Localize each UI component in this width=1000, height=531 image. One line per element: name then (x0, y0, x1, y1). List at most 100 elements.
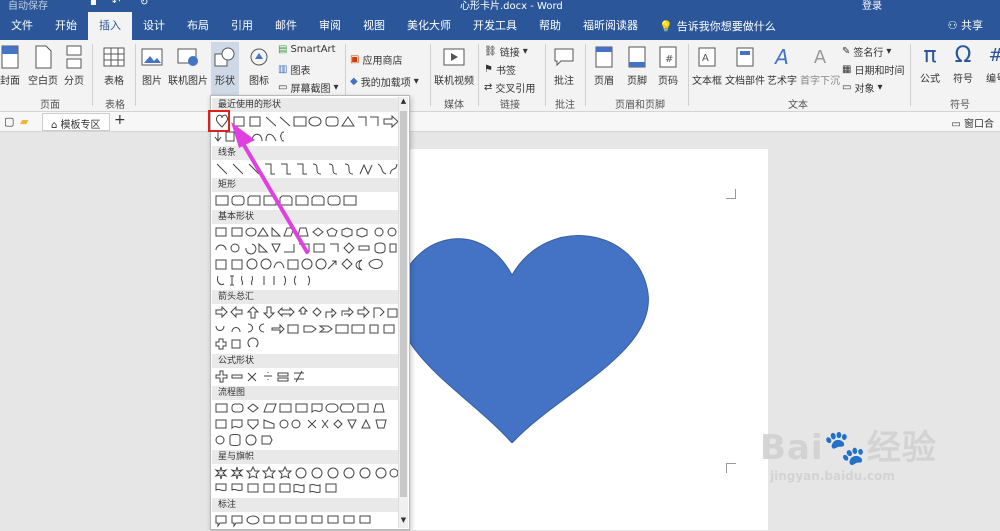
menu-bar: 文件 开始 插入 设计 布局 引用 邮件 审阅 视图 美化大师 开发工具 帮助 … (0, 12, 1000, 40)
tab-mailings[interactable]: 邮件 (264, 12, 308, 40)
addins-icon: ◆ (350, 76, 358, 87)
window-merge-button[interactable]: ▭ 窗口合 (951, 115, 994, 130)
screenshot-label: 屏幕截图 (290, 84, 331, 95)
object-button[interactable]: ▭ 对象 ▾ (842, 80, 882, 95)
separator (135, 44, 136, 106)
textbox-button[interactable]: A 文本框 (692, 44, 722, 87)
tab-design[interactable]: 设计 (132, 12, 176, 40)
group-text-label: 文本 (788, 100, 808, 111)
blank-page-label: 空白页 (28, 76, 58, 87)
tab-layout[interactable]: 布局 (176, 12, 220, 40)
symbol-button[interactable]: Ω 符号 (951, 42, 975, 86)
tab-file[interactable]: 文件 (0, 12, 44, 40)
picture-button[interactable]: 图片 (140, 44, 164, 87)
template-zone-tab[interactable]: ⌂ 模板专区 (42, 113, 110, 131)
bookmark-button[interactable]: ⚑ 书签 (484, 62, 516, 77)
right-arrow-icon[interactable] (383, 114, 399, 129)
redo-icon[interactable]: ↻ (140, 0, 148, 8)
chevron-down-icon: ▾ (877, 82, 883, 93)
crossref-icon: ⇄ (484, 82, 493, 93)
store-button[interactable]: ▣ 应用商店 (350, 52, 402, 67)
group-header-footer-label: 页眉和页脚 (615, 100, 665, 111)
smartart-button[interactable]: ▤ SmartArt (278, 44, 336, 55)
lightbulb-icon: 💡 (659, 19, 673, 33)
signin-link[interactable]: 登录 (862, 0, 882, 12)
add-tab-icon[interactable]: + (114, 112, 126, 128)
header-button[interactable]: 页眉 (592, 44, 616, 87)
my-addins-button[interactable]: ◆ 我的加载项 ▾ (350, 74, 419, 89)
wordart-button[interactable]: A 艺术字 (767, 44, 797, 87)
online-picture-button[interactable]: 联机图片 (168, 44, 208, 87)
equation-shapes-row (214, 370, 398, 387)
save-icon[interactable]: ▪ (90, 0, 97, 8)
rounded-rect-icon[interactable] (325, 116, 339, 127)
triangle-icon[interactable] (341, 116, 355, 127)
link-button[interactable]: ⛓ 链接 ▾ (484, 44, 528, 59)
online-video-label: 联机视频 (434, 76, 474, 87)
footer-label: 页脚 (627, 76, 647, 87)
equation-button[interactable]: π 公式 (918, 42, 942, 86)
tab-beautify[interactable]: 美化大师 (396, 12, 462, 40)
page-number-button[interactable]: # 页码 (656, 44, 680, 87)
scroll-thumb[interactable] (400, 111, 407, 497)
datetime-label: 日期和时间 (854, 66, 905, 77)
tab-help[interactable]: 帮助 (528, 12, 572, 40)
table-button[interactable]: 表格 (102, 44, 126, 87)
tell-me-box[interactable]: 💡 告诉我你想要做什么 (659, 18, 776, 34)
quickparts-button[interactable]: 文档部件 (725, 44, 765, 87)
group-comments-label: 批注 (555, 100, 575, 111)
number-button[interactable]: # 编号 (984, 42, 1000, 86)
watermark-brand: Bai (760, 428, 824, 468)
tab-home[interactable]: 开始 (44, 12, 88, 40)
tab-developer[interactable]: 开发工具 (462, 12, 528, 40)
heart-shape[interactable] (398, 223, 658, 443)
tab-insert[interactable]: 插入 (88, 12, 132, 40)
number-label: 编号 (986, 74, 1000, 85)
down-arrow-icon[interactable] (214, 132, 222, 142)
datetime-button[interactable]: ▦ 日期和时间 (842, 62, 904, 77)
scroll-down-icon[interactable]: ▼ (399, 516, 408, 528)
folder-icon[interactable]: ▰ (20, 115, 28, 128)
wordart-icon: A (775, 45, 789, 69)
section-recent: 最近使用的形状 (212, 98, 398, 112)
tab-review[interactable]: 审阅 (308, 12, 352, 40)
scroll-up-icon[interactable]: ▲ (399, 97, 408, 109)
smartart-label: SmartArt (290, 44, 336, 55)
footer-button[interactable]: 页脚 (625, 44, 649, 87)
icons-icon (247, 44, 271, 70)
screenshot-button[interactable]: ▭ 屏幕截图 ▾ (278, 80, 338, 95)
tab-view[interactable]: 视图 (352, 12, 396, 40)
chart-button[interactable]: ▥ 图表 (278, 62, 310, 77)
store-label: 应用商店 (362, 56, 403, 67)
signature-button[interactable]: ✎ 签名行 ▾ (842, 44, 891, 59)
page-break-button[interactable]: 分页 (62, 44, 86, 87)
crop-mark (726, 189, 736, 199)
file-icon[interactable]: ▢ (4, 115, 14, 128)
online-video-button[interactable]: 联机视频 (434, 44, 474, 87)
icons-button[interactable]: 图标 (247, 44, 271, 87)
share-button[interactable]: ⚇ 共享 (937, 12, 994, 40)
autosave-label[interactable]: 自动保存 (8, 0, 48, 12)
shapes-button[interactable]: 形状 (211, 42, 239, 101)
cover-page-label: 封面 (0, 76, 20, 87)
elbow-connector-icon[interactable] (358, 116, 367, 126)
video-icon (442, 44, 466, 70)
cross-ref-button[interactable]: ⇄ 交叉引用 (484, 80, 535, 95)
elbow-arrow-icon[interactable] (370, 116, 379, 126)
document-page[interactable] (398, 149, 768, 530)
shapes-label: 形状 (215, 76, 235, 87)
page-number-icon: # (656, 44, 680, 70)
svg-text:A: A (702, 53, 709, 64)
cover-page-button[interactable]: 封面 (0, 44, 22, 87)
page-number-label: 页码 (658, 76, 678, 87)
tab-foxit[interactable]: 福昕阅读器 (572, 12, 649, 40)
undo-icon[interactable]: ↶ (112, 0, 120, 8)
section-flowchart: 流程图 (212, 386, 398, 400)
tab-references[interactable]: 引用 (220, 12, 264, 40)
document-tab-strip: ▢ ▰ ⌂ 模板专区 + ▭ 窗口合 (0, 112, 1000, 132)
comment-button[interactable]: 批注 (552, 44, 576, 87)
blank-page-button[interactable]: 空白页 (28, 44, 58, 87)
pi-icon: π (923, 42, 937, 68)
dropcap-button[interactable]: A 首字下沉 (800, 44, 840, 88)
gallery-scrollbar[interactable]: ▲ ▼ (398, 97, 408, 528)
